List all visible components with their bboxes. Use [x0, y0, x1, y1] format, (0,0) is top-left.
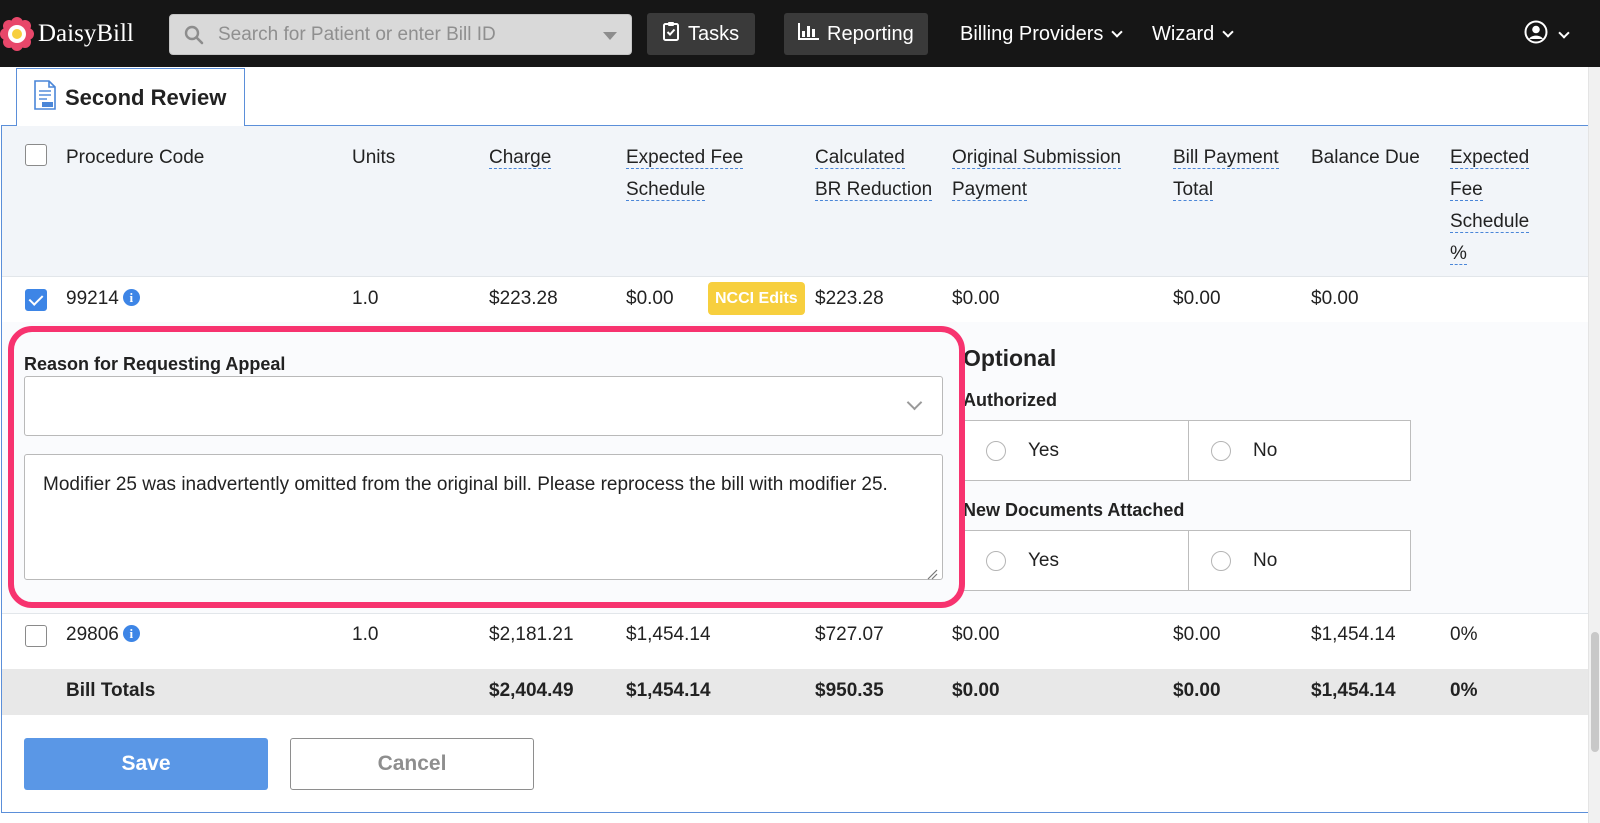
search-input[interactable] — [218, 23, 578, 47]
row-checkbox[interactable] — [25, 289, 47, 311]
header-expected-fee-schedule-pct[interactable]: Expected Fee Schedule% — [1450, 142, 1530, 270]
daisy-icon — [0, 17, 34, 51]
radio-button[interactable] — [986, 440, 1006, 461]
search-dropdown-caret-icon[interactable] — [603, 32, 617, 40]
top-nav: DaisyBill Tasks Reporting Billing Provid… — [0, 0, 1600, 67]
tab-second-review[interactable]: Second Review — [16, 68, 245, 126]
chevron-down-icon — [906, 394, 923, 411]
search-icon — [184, 25, 204, 50]
authorized-radio-group: Yes No — [963, 420, 1411, 481]
calc-br-reduction: $223.28 — [815, 288, 884, 309]
scrollbar-thumb[interactable] — [1591, 632, 1599, 752]
reporting-label: Reporting — [827, 22, 914, 45]
original-submission-payment: $0.00 — [952, 288, 1000, 309]
totals-expected-fee: $1,454.14 — [626, 680, 711, 701]
header-calculated-br-reduction[interactable]: Calculated BR Reduction — [815, 142, 933, 206]
totals-balance-due: $1,454.14 — [1311, 680, 1396, 701]
tasks-button[interactable]: Tasks — [647, 13, 756, 55]
tab-label: Second Review — [65, 84, 227, 110]
radio-button[interactable] — [1211, 550, 1231, 571]
units: 1.0 — [352, 624, 379, 645]
save-button[interactable]: Save — [24, 738, 268, 790]
expected-fee: $1,454.14 — [626, 624, 711, 645]
header-units: Units — [352, 147, 396, 168]
select-all-checkbox[interactable] — [25, 144, 47, 166]
authorized-no-option[interactable]: No — [1188, 421, 1412, 480]
procedure-code: 99214 i — [66, 288, 140, 310]
yes-label: Yes — [1028, 439, 1059, 461]
table-header: Procedure Code Units Charge Expected Fee… — [2, 126, 1591, 277]
appeal-note-textarea[interactable]: Modifier 25 was inadvertently omitted fr… — [24, 454, 943, 580]
yes-label: Yes — [1028, 549, 1059, 571]
chevron-down-icon — [1222, 26, 1234, 38]
table-row: 99214 i 1.0 $223.28 $0.00 NCCI Edits $223… — [2, 277, 1591, 322]
chevron-down-icon — [1558, 26, 1570, 39]
info-icon[interactable]: i — [122, 289, 140, 306]
brand-logo[interactable]: DaisyBill — [0, 16, 134, 52]
ncci-edits-badge[interactable]: NCCI Edits — [708, 282, 805, 315]
clipboard-check-icon — [663, 21, 679, 47]
procedure-code: 29806 i — [66, 624, 140, 646]
optional-title: Optional — [963, 345, 1057, 371]
new-docs-no-option[interactable]: No — [1188, 531, 1412, 590]
scrollbar[interactable] — [1588, 67, 1600, 823]
row-checkbox[interactable] — [25, 625, 47, 647]
no-label: No — [1253, 549, 1278, 571]
bill-payment-total: $0.00 — [1173, 288, 1221, 309]
radio-button[interactable] — [986, 550, 1006, 571]
totals-efs-pct: 0% — [1450, 680, 1478, 701]
totals-calc-br: $950.35 — [815, 680, 884, 701]
chevron-down-icon — [1111, 26, 1124, 38]
billing-providers-menu[interactable]: Billing Providers — [960, 13, 1124, 55]
user-menu[interactable] — [1524, 20, 1570, 49]
reason-select[interactable] — [24, 376, 943, 436]
totals-label: Bill Totals — [66, 680, 156, 701]
header-balance-due: Balance Due — [1311, 147, 1420, 168]
calc-br-reduction: $727.07 — [815, 624, 884, 645]
header-charge[interactable]: Charge — [489, 142, 552, 174]
authorized-yes-option[interactable]: Yes — [964, 421, 1188, 480]
reporting-button[interactable]: Reporting — [784, 13, 928, 55]
info-icon[interactable]: i — [122, 625, 140, 642]
wizard-label: Wizard — [1152, 22, 1215, 45]
units: 1.0 — [352, 288, 379, 309]
totals-orig-sub: $0.00 — [952, 680, 1000, 701]
charge: $223.28 — [489, 288, 558, 309]
expected-fee: $0.00 — [626, 288, 674, 309]
expected-fee-schedule-pct: 0% — [1450, 624, 1478, 645]
totals-charge: $2,404.49 — [489, 680, 574, 701]
cancel-button[interactable]: Cancel — [290, 738, 534, 790]
header-procedure-code: Procedure Code — [66, 147, 205, 168]
new-docs-label: New Documents Attached — [963, 500, 1185, 520]
user-avatar-icon — [1524, 20, 1548, 49]
balance-due: $1,454.14 — [1311, 624, 1396, 645]
bill-totals-row: Bill Totals $2,404.49 $1,454.14 $950.35 … — [2, 669, 1591, 715]
original-submission-payment: $0.00 — [952, 624, 1000, 645]
brand-name: DaisyBill — [38, 20, 134, 47]
authorized-label: Authorized — [963, 390, 1057, 410]
search-box[interactable] — [169, 14, 632, 55]
wizard-menu[interactable]: Wizard — [1152, 13, 1234, 55]
new-docs-yes-option[interactable]: Yes — [964, 531, 1188, 590]
balance-due: $0.00 — [1311, 288, 1359, 309]
header-original-submission-payment[interactable]: Original Submission Payment — [952, 142, 1121, 206]
table-row: 29806 i 1.0 $2,181.21 $1,454.14 $727.07 $… — [2, 614, 1591, 659]
totals-bill-payment: $0.00 — [1173, 680, 1221, 701]
header-expected-fee-schedule[interactable]: Expected Fee Schedule — [626, 142, 744, 206]
resize-grip-icon[interactable] — [926, 563, 938, 580]
billing-providers-label: Billing Providers — [960, 22, 1104, 45]
bar-chart-icon — [798, 22, 820, 46]
no-label: No — [1253, 439, 1278, 461]
document-sbr-icon — [33, 80, 57, 115]
appeal-note-text: Modifier 25 was inadvertently omitted fr… — [43, 474, 888, 495]
radio-button[interactable] — [1211, 440, 1231, 461]
new-docs-radio-group: Yes No — [963, 530, 1411, 591]
bill-payment-total: $0.00 — [1173, 624, 1221, 645]
header-bill-payment-total[interactable]: Bill Payment Total — [1173, 142, 1279, 206]
charge: $2,181.21 — [489, 624, 574, 645]
reason-label: Reason for Requesting Appeal — [24, 354, 286, 374]
tasks-label: Tasks — [688, 22, 740, 45]
